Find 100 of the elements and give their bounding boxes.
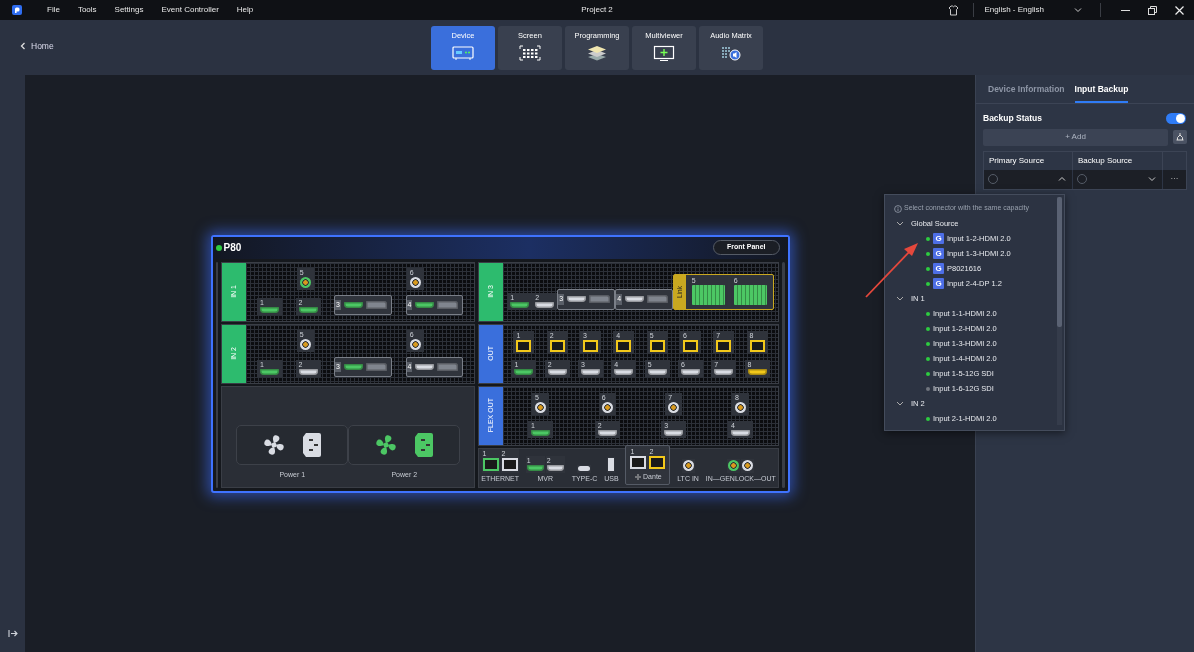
- chevron-down-icon: [896, 400, 904, 407]
- column-header: Backup Source: [1073, 151, 1163, 170]
- sfp-port[interactable]: [749, 339, 765, 352]
- bnc-port[interactable]: [668, 401, 680, 413]
- displayport-port[interactable]: [589, 295, 611, 304]
- displayport-port[interactable]: [366, 300, 387, 309]
- screen-grid-icon: [519, 44, 541, 62]
- close-icon[interactable]: [1175, 5, 1184, 15]
- hdmi-port[interactable]: [535, 301, 555, 308]
- hdmi-port[interactable]: [567, 296, 587, 303]
- bnc-port[interactable]: [742, 460, 754, 471]
- global-badge: G: [933, 248, 944, 259]
- menu-item[interactable]: Help: [227, 4, 263, 16]
- bnc-port[interactable]: [299, 338, 311, 350]
- hdmi-port[interactable]: [647, 368, 667, 375]
- home-link[interactable]: Home: [20, 40, 54, 53]
- ethernet-port[interactable]: [482, 458, 499, 471]
- global-badge: G: [933, 233, 944, 244]
- hdmi-port[interactable]: [680, 368, 700, 375]
- chevron-down-icon: [1074, 7, 1082, 13]
- fiber-port[interactable]: [691, 284, 725, 305]
- hdmi-port[interactable]: [747, 368, 767, 375]
- more-button[interactable]: ···: [1170, 173, 1179, 186]
- ethernet-port[interactable]: [501, 458, 518, 471]
- panel-tab[interactable]: Input Backup: [1074, 83, 1129, 103]
- layers-icon: [586, 44, 608, 62]
- device-icon: [452, 44, 474, 62]
- restore-icon[interactable]: [1148, 5, 1157, 15]
- panel-tab[interactable]: Device Information: [988, 83, 1065, 103]
- device-name: P80: [223, 241, 242, 255]
- ethernet-port[interactable]: [649, 456, 666, 469]
- hdmi-port[interactable]: [514, 368, 534, 375]
- hdmi-port[interactable]: [298, 369, 318, 376]
- hdmi-port[interactable]: [714, 368, 734, 375]
- hdmi-port[interactable]: [344, 363, 363, 370]
- menu-item[interactable]: Settings: [105, 4, 153, 16]
- bnc-port[interactable]: [535, 401, 547, 413]
- displayport-port[interactable]: [437, 362, 459, 371]
- displayport-port[interactable]: [437, 300, 459, 309]
- hdmi-port[interactable]: [625, 296, 645, 303]
- annotation-arrow: [865, 243, 918, 298]
- toggle-switch[interactable]: [1166, 112, 1186, 124]
- chevron-down-icon: [896, 295, 904, 302]
- hdmi-port[interactable]: [581, 368, 600, 375]
- bnc-port[interactable]: [601, 401, 613, 413]
- hdmi-port[interactable]: [546, 465, 564, 471]
- expand-icon[interactable]: [7, 629, 18, 638]
- sfp-port[interactable]: [516, 339, 532, 352]
- bnc-port[interactable]: [682, 460, 694, 471]
- bnc-port[interactable]: [734, 401, 746, 413]
- monitor-plus-icon: [653, 44, 675, 62]
- hdmi-port[interactable]: [260, 369, 279, 376]
- scrollbar-thumb[interactable]: [1057, 197, 1062, 327]
- sfp-port[interactable]: [616, 339, 632, 352]
- displayport-port[interactable]: [647, 295, 669, 304]
- sfp-port[interactable]: [549, 339, 565, 352]
- sfp-port[interactable]: [583, 339, 598, 352]
- audio-matrix-icon: [720, 44, 742, 62]
- global-badge: G: [933, 278, 944, 289]
- hdmi-port[interactable]: [260, 307, 279, 314]
- hdmi-port[interactable]: [298, 307, 318, 314]
- hdmi-port[interactable]: [415, 301, 435, 308]
- displayport-port[interactable]: [366, 362, 387, 371]
- shirt-icon[interactable]: [948, 4, 960, 16]
- hdmi-port[interactable]: [664, 430, 684, 437]
- hdmi-port[interactable]: [547, 368, 567, 375]
- hdmi-port[interactable]: [531, 430, 551, 437]
- sfp-port[interactable]: [649, 339, 665, 352]
- sfp-port[interactable]: [716, 339, 732, 352]
- hdmi-port[interactable]: [614, 368, 634, 375]
- hdmi-port[interactable]: [526, 465, 544, 471]
- fiber-port[interactable]: [733, 284, 767, 305]
- bnc-port[interactable]: [299, 276, 311, 288]
- global-badge: G: [933, 263, 944, 274]
- hdmi-port[interactable]: [415, 363, 435, 370]
- app-logo-icon: [12, 5, 22, 15]
- back-icon: [20, 42, 26, 51]
- backup-status-label: Backup Status: [983, 112, 1043, 125]
- info-icon: [894, 204, 902, 213]
- sfp-port[interactable]: [682, 339, 698, 352]
- hdmi-port[interactable]: [730, 430, 750, 437]
- menu-item[interactable]: File: [38, 4, 69, 16]
- menu-item[interactable]: Tools: [68, 4, 106, 16]
- add-button[interactable]: + Add: [983, 128, 1168, 146]
- hdmi-port[interactable]: [597, 430, 617, 437]
- menu-item[interactable]: Event Controller: [152, 4, 228, 16]
- bnc-port[interactable]: [409, 338, 421, 350]
- column-header: Primary Source: [984, 151, 1073, 170]
- window-title: Project 2: [581, 4, 613, 16]
- bnc-port[interactable]: [728, 460, 740, 471]
- language-select[interactable]: English - English: [974, 4, 1092, 16]
- power-socket-icon: [302, 432, 323, 458]
- power-socket-icon: [414, 432, 435, 458]
- bnc-port[interactable]: [409, 276, 421, 288]
- hdmi-port[interactable]: [344, 301, 363, 308]
- usb-c-port[interactable]: [578, 466, 591, 471]
- usb-port[interactable]: [608, 458, 615, 471]
- chevron-down-icon: [896, 220, 904, 227]
- hdmi-port[interactable]: [510, 301, 530, 308]
- ethernet-port[interactable]: [630, 456, 647, 469]
